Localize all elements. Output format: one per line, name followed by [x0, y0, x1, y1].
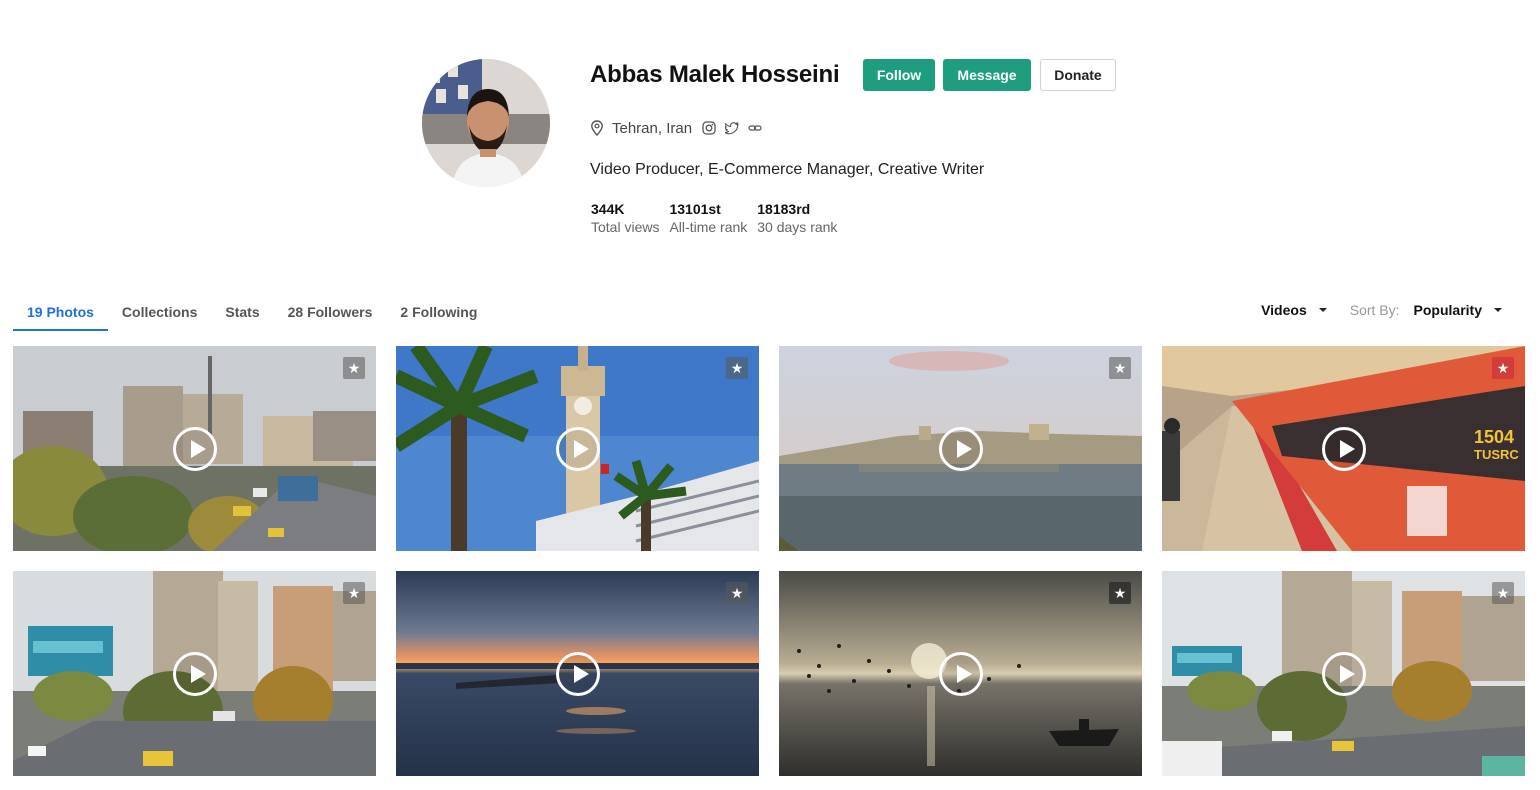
instagram-icon[interactable]	[702, 121, 716, 135]
profile-bio: Video Producer, E-Commerce Manager, Crea…	[590, 161, 985, 178]
video-thumbnail[interactable]: ★	[396, 571, 759, 776]
sort-by-label: Sort By:	[1349, 302, 1400, 318]
media-type-value: Videos	[1261, 302, 1307, 318]
video-thumbnail[interactable]: 1504 TUSRC ★	[1162, 346, 1525, 551]
filter-bar: Videos Sort By: Popularity	[1261, 302, 1502, 318]
stat-value: 18183rd	[757, 201, 811, 217]
location-pin-icon	[591, 120, 603, 136]
star-icon[interactable]: ★	[1492, 582, 1514, 604]
profile-avatar[interactable]	[422, 59, 550, 187]
play-icon	[555, 426, 600, 471]
tab-stats[interactable]: Stats	[211, 300, 273, 331]
tab-following[interactable]: 2 Following	[386, 300, 491, 331]
stat-value: 344K	[591, 201, 625, 217]
profile-stats: 344K Total views 13101st All-time rank 1…	[591, 201, 847, 237]
stat-total-views: 344K Total views	[591, 201, 659, 237]
star-icon[interactable]: ★	[343, 582, 365, 604]
tab-collections[interactable]: Collections	[108, 300, 211, 331]
svg-text:1504: 1504	[1474, 427, 1514, 447]
stat-value: 13101st	[669, 201, 721, 217]
video-thumbnail[interactable]: ★	[1162, 571, 1525, 776]
video-thumbnail[interactable]: ★	[13, 346, 376, 551]
star-icon[interactable]: ★	[726, 582, 748, 604]
video-thumbnail[interactable]: ★	[396, 346, 759, 551]
sort-value: Popularity	[1413, 302, 1482, 318]
stat-label: 30 days rank	[757, 219, 838, 235]
message-button[interactable]: Message	[943, 59, 1031, 91]
profile-tabs: 19 Photos Collections Stats 28 Followers…	[13, 300, 491, 331]
play-icon	[172, 426, 217, 471]
play-icon	[555, 651, 600, 696]
stat-label: All-time rank	[669, 219, 748, 235]
play-icon	[938, 651, 983, 696]
stat-30-days-rank: 18183rd 30 days rank	[757, 201, 837, 237]
video-grid: ★ ★ ★ 1504 TUSRC ★ ★ ★ ★ ★	[13, 346, 1525, 776]
star-icon[interactable]: ★	[1109, 357, 1131, 379]
tab-followers[interactable]: 28 Followers	[274, 300, 387, 331]
donate-button[interactable]: Donate	[1040, 59, 1116, 91]
stat-label: Total views	[591, 219, 660, 235]
star-icon[interactable]: ★	[1109, 582, 1131, 604]
star-icon[interactable]: ★	[343, 357, 365, 379]
play-icon	[938, 426, 983, 471]
star-icon[interactable]: ★	[726, 357, 748, 379]
location-row: Tehran, Iran	[590, 118, 771, 138]
twitter-icon[interactable]	[725, 121, 739, 135]
follow-button[interactable]: Follow	[863, 59, 935, 91]
media-type-dropdown[interactable]: Videos	[1261, 302, 1327, 318]
stat-all-time-rank: 13101st All-time rank	[669, 201, 747, 237]
star-icon[interactable]: ★	[1492, 357, 1514, 379]
play-icon	[1321, 426, 1366, 471]
link-icon[interactable]	[748, 121, 762, 135]
video-thumbnail[interactable]: ★	[779, 346, 1142, 551]
play-icon	[172, 651, 217, 696]
sort-dropdown[interactable]: Popularity	[1414, 302, 1502, 318]
tab-photos[interactable]: 19 Photos	[13, 300, 108, 331]
video-thumbnail[interactable]: ★	[13, 571, 376, 776]
chevron-down-icon	[1318, 308, 1327, 312]
play-icon	[1321, 651, 1366, 696]
svg-text:TUSRC: TUSRC	[1474, 447, 1519, 462]
location-text: Tehran, Iran	[612, 119, 693, 137]
profile-name: Abbas Malek Hosseini	[590, 61, 840, 88]
chevron-down-icon	[1494, 308, 1502, 312]
video-thumbnail[interactable]: ★	[779, 571, 1142, 776]
